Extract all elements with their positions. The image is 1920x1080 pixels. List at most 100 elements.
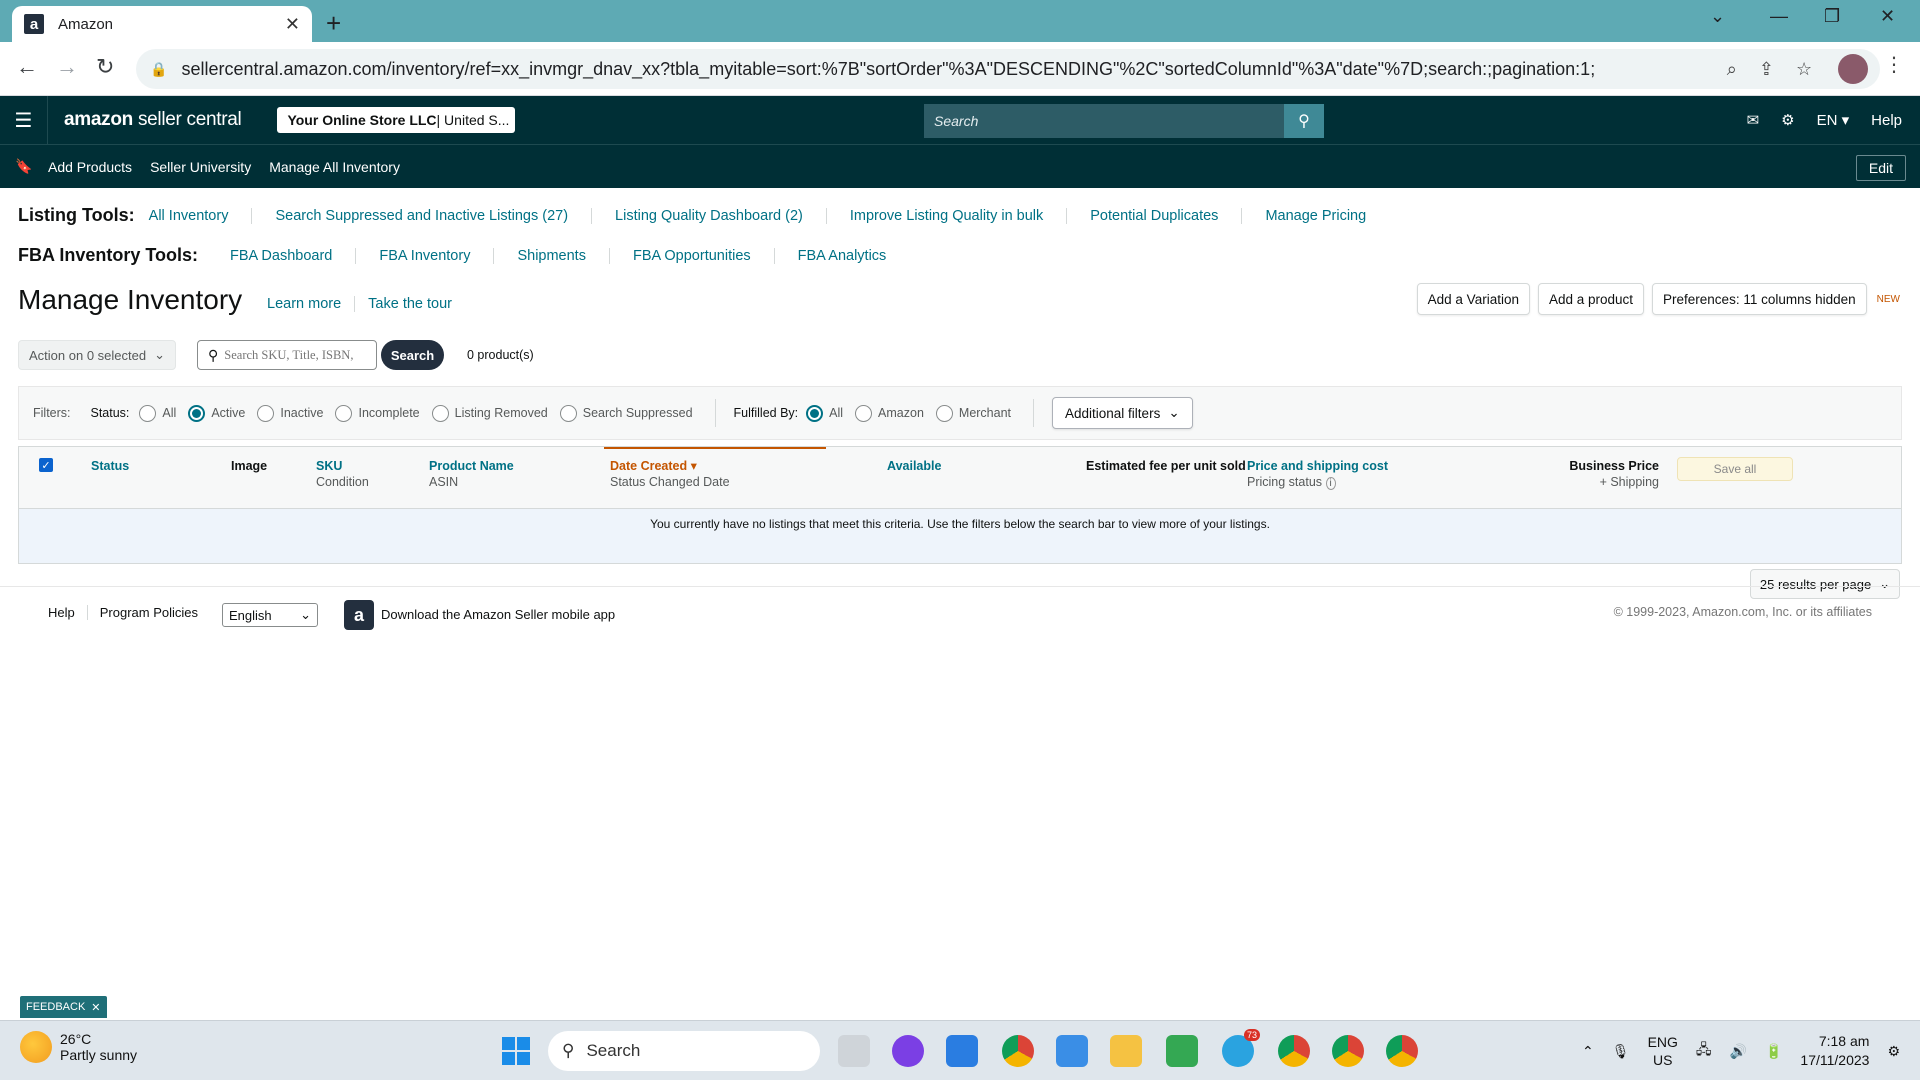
browser-tab[interactable]: a Amazon ✕ — [12, 6, 312, 42]
help-link[interactable]: Help — [1871, 112, 1902, 129]
status-radio-search-suppressed[interactable] — [559, 404, 577, 422]
link-shipments[interactable]: Shipments — [493, 247, 609, 264]
notification-icon[interactable]: ⚙ — [1887, 1043, 1900, 1060]
bookmark-seller-university[interactable]: Seller University — [150, 159, 251, 175]
windows-start-icon[interactable] — [502, 1037, 530, 1065]
bookmark-manage-inventory[interactable]: Manage All Inventory — [269, 159, 400, 175]
save-all-button[interactable]: Save all — [1677, 457, 1793, 481]
restore-icon[interactable]: ❐ — [1824, 6, 1840, 27]
footer-links: Help Program Policies — [36, 605, 210, 620]
notepad-icon[interactable] — [1056, 1035, 1088, 1067]
input-language[interactable]: ENG US — [1648, 1033, 1678, 1069]
mail-app-icon[interactable] — [946, 1035, 978, 1067]
preferences-button[interactable]: Preferences: 11 columns hidden — [1652, 283, 1867, 315]
network-icon[interactable]: 🖧 — [1696, 1039, 1712, 1063]
link-fba-dashboard[interactable]: FBA Dashboard — [230, 248, 355, 264]
link-improve-listing-quality[interactable]: Improve Listing Quality in bulk — [825, 207, 1066, 224]
fulfilled-radio-amazon[interactable] — [855, 404, 873, 422]
close-tab-icon[interactable]: ✕ — [285, 14, 300, 35]
telegram-icon[interactable]: 73 — [1222, 1029, 1260, 1067]
tab-search-chevron-icon[interactable]: ⌄ — [1710, 6, 1725, 27]
link-all-inventory[interactable]: All Inventory — [149, 208, 252, 224]
inventory-search-button[interactable]: Search — [381, 340, 444, 370]
edit-bookmarks-button[interactable]: Edit — [1855, 155, 1906, 181]
add-product-button[interactable]: Add a product — [1537, 283, 1645, 315]
bookmark-add-products[interactable]: Add Products — [48, 159, 132, 175]
status-radio-inactive[interactable] — [257, 404, 275, 422]
additional-filters-button[interactable]: Additional filters ⌄ — [1052, 397, 1193, 429]
close-window-icon[interactable]: ✕ — [1880, 6, 1895, 27]
footer-policies-link[interactable]: Program Policies — [86, 605, 210, 620]
take-tour-link[interactable]: Take the tour — [354, 296, 465, 312]
chevron-up-icon[interactable]: ⌃ — [1582, 1043, 1594, 1060]
seller-central-logo[interactable]: amazon seller central — [64, 109, 242, 131]
volume-icon[interactable]: 🔊 — [1730, 1043, 1747, 1060]
link-manage-pricing[interactable]: Manage Pricing — [1241, 207, 1389, 224]
share-icon[interactable]: ⇪ — [1759, 59, 1774, 80]
link-fba-opportunities[interactable]: FBA Opportunities — [608, 247, 774, 264]
chrome-icon[interactable] — [1002, 1035, 1034, 1067]
minimize-icon[interactable]: — — [1770, 6, 1788, 27]
info-icon[interactable]: i — [1325, 477, 1336, 490]
battery-icon[interactable]: 🔋 — [1765, 1043, 1782, 1060]
weather-desc: Partly sunny — [60, 1047, 138, 1063]
bookmark-star-icon[interactable]: ☆ — [1796, 59, 1812, 80]
footer-language-select[interactable]: English ⌄ — [222, 603, 318, 627]
bulk-action-select[interactable]: Action on 0 selected ⌄ — [18, 340, 176, 370]
col-image: Image — [231, 458, 267, 474]
status-radio-listing-removed[interactable] — [431, 404, 449, 422]
taskbar-search[interactable]: ⚲ Search — [548, 1031, 820, 1071]
chrome-profile-icon[interactable] — [1332, 1035, 1364, 1067]
messenger-icon[interactable] — [892, 1035, 924, 1067]
status-radio-active[interactable] — [188, 404, 206, 422]
link-listing-quality-dashboard[interactable]: Listing Quality Dashboard (2) — [591, 207, 826, 224]
feedback-tab[interactable]: FEEDBACK ✕ — [20, 996, 107, 1018]
browser-menu-icon[interactable]: ⋮ — [1884, 52, 1904, 77]
zoom-icon[interactable]: ⌕ — [1727, 59, 1737, 80]
col-status[interactable]: Status — [91, 458, 129, 474]
microphone-icon[interactable]: 🎙 — [1612, 1043, 1630, 1060]
url-omnibox[interactable]: 🔒 sellercentral.amazon.com/inventory/ref… — [136, 49, 1880, 89]
link-fba-inventory[interactable]: FBA Inventory — [355, 247, 493, 264]
col-product-name[interactable]: Product Name ASIN — [429, 458, 514, 490]
header-search-input[interactable] — [924, 104, 1284, 138]
back-icon[interactable]: ← — [16, 54, 38, 80]
inventory-search-input[interactable] — [224, 347, 365, 363]
chrome-active-icon[interactable] — [1386, 1035, 1418, 1067]
link-fba-analytics[interactable]: FBA Analytics — [773, 247, 910, 264]
profile-avatar[interactable] — [1838, 54, 1868, 84]
clock[interactable]: 7:18 am 17/11/2023 — [1800, 1032, 1869, 1070]
add-variation-button[interactable]: Add a Variation — [1416, 283, 1530, 315]
close-icon[interactable]: ✕ — [91, 1001, 100, 1014]
hamburger-menu-icon[interactable]: ☰ — [0, 96, 48, 144]
col-price[interactable]: Price and shipping cost Pricing status i — [1247, 458, 1388, 492]
link-search-suppressed[interactable]: Search Suppressed and Inactive Listings … — [251, 207, 591, 224]
footer-help-link[interactable]: Help — [36, 605, 87, 620]
google-meet-icon[interactable] — [1166, 1035, 1198, 1067]
mail-icon[interactable]: ✉ — [1747, 111, 1760, 129]
fulfilled-radio-merchant[interactable] — [935, 404, 953, 422]
forward-icon[interactable]: → — [56, 54, 78, 80]
download-app-link[interactable]: Download the Amazon Seller mobile app — [381, 607, 615, 622]
new-tab-icon[interactable]: + — [326, 8, 341, 39]
link-potential-duplicates[interactable]: Potential Duplicates — [1066, 207, 1241, 224]
store-selector[interactable]: Your Online Store LLC | United S... — [277, 107, 516, 133]
chrome-profile-icon[interactable] — [1278, 1035, 1310, 1067]
fulfilled-radio-all[interactable] — [806, 404, 824, 422]
task-view-icon[interactable] — [838, 1035, 870, 1067]
file-explorer-icon[interactable] — [1110, 1035, 1142, 1067]
status-radio-incomplete[interactable] — [335, 404, 353, 422]
status-radio-all[interactable] — [139, 404, 157, 422]
learn-more-link[interactable]: Learn more — [254, 296, 354, 312]
select-all-checkbox[interactable]: ✓ — [39, 458, 53, 472]
seller-app-icon[interactable]: a — [344, 600, 374, 630]
reload-icon[interactable]: ↻ — [96, 54, 114, 80]
gear-icon[interactable]: ⚙ — [1781, 111, 1794, 129]
col-date-created[interactable]: Date Created ▾ Status Changed Date — [604, 447, 826, 490]
weather-widget[interactable]: 26°C Partly sunny — [20, 1031, 137, 1063]
col-available[interactable]: Available — [887, 458, 941, 474]
header-search-button[interactable]: ⚲ — [1284, 104, 1324, 138]
col-sku[interactable]: SKU Condition — [316, 458, 369, 490]
language-selector[interactable]: EN ▾ — [1817, 111, 1850, 129]
url-text[interactable]: sellercentral.amazon.com/inventory/ref=x… — [181, 59, 1726, 80]
